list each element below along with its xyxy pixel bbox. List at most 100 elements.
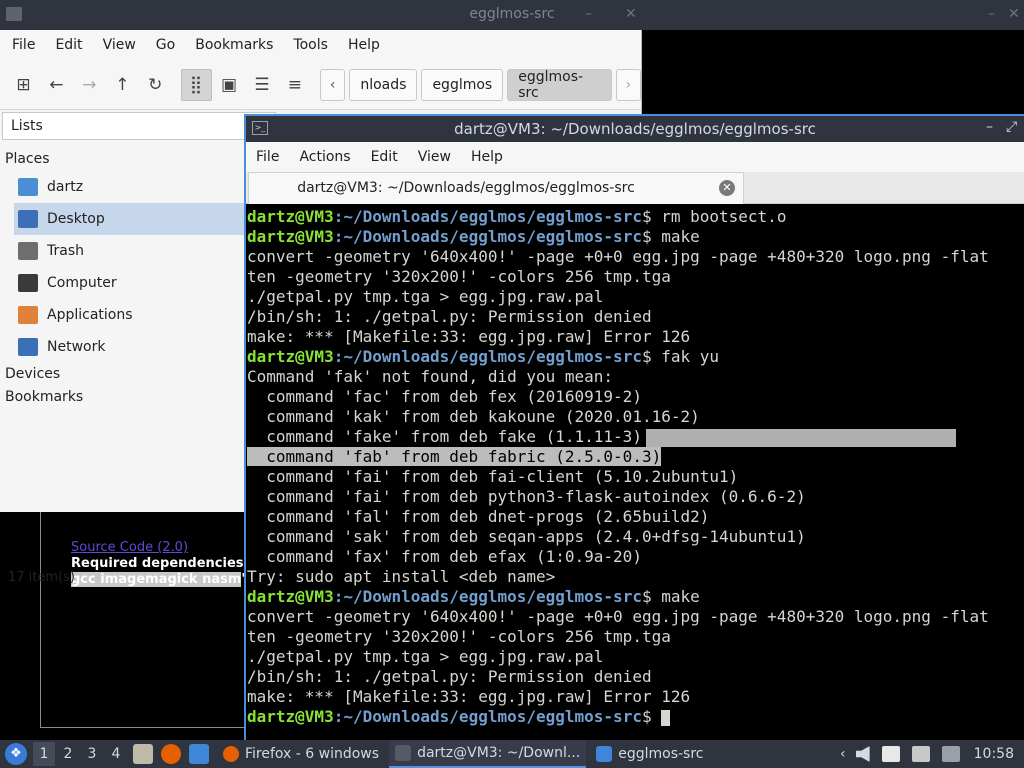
workspace-3[interactable]: 3 <box>81 742 103 766</box>
output-text: convert -geometry '640x400!' -page +0+0 … <box>247 247 989 266</box>
sidebar-item-desktop[interactable]: Desktop <box>14 203 244 235</box>
output-text: command 'fac' from deb fex (20160919-2) <box>247 387 642 406</box>
terminal-output-line: Try: sudo apt install <deb name> <box>247 567 1024 587</box>
maximize-icon[interactable]: ⤢ <box>1006 119 1017 135</box>
path-button-egglmos[interactable]: egglmos <box>421 68 504 101</box>
sidebar-item-network[interactable]: Network <box>0 331 244 363</box>
task-terminal[interactable]: dartz@VM3: ~/Downl... <box>389 740 587 768</box>
menu-edit[interactable]: Edit <box>55 37 82 53</box>
firefox-launcher-icon[interactable] <box>161 744 181 764</box>
taskbar: ❖ 1 2 3 4 Firefox - 6 windows dartz@VM3:… <box>0 740 1024 768</box>
display-icon[interactable] <box>911 746 930 762</box>
terminal-prompt-line: dartz@VM3:~/Downloads/egglmos/egglmos-sr… <box>247 587 1024 607</box>
terminal-titlebar: >_ dartz@VM3: ~/Downloads/egglmos/egglmo… <box>246 116 1024 142</box>
menu-help[interactable]: Help <box>471 149 503 165</box>
forward-arrow-icon[interactable]: → <box>74 69 105 101</box>
workspace-2[interactable]: 2 <box>57 742 79 766</box>
firefox-icon <box>223 746 239 762</box>
menu-bookmarks[interactable]: Bookmarks <box>195 37 273 53</box>
terminal-output-line: command 'fai' from deb python3-flask-aut… <box>247 487 1024 507</box>
terminal-output-line: command 'kak' from deb kakoune (2020.01.… <box>247 407 1024 427</box>
file-manager-launcher-icon[interactable] <box>133 744 153 764</box>
start-menu-icon[interactable]: ❖ <box>5 743 27 765</box>
output-text: command 'fai' from deb fai-client (5.10.… <box>247 467 739 486</box>
close-icon[interactable]: ✕ <box>1008 6 1020 22</box>
task-file-manager[interactable]: egglmos-src <box>590 740 709 768</box>
menu-tools[interactable]: Tools <box>293 37 328 53</box>
places-heading[interactable]: Places <box>0 148 244 171</box>
menu-view[interactable]: View <box>418 149 451 165</box>
path-button-egglmos-src[interactable]: egglmos-src <box>507 68 612 101</box>
sidebar-mode-select[interactable]: Lists <box>2 112 276 140</box>
show-desktop-icon[interactable] <box>189 744 209 764</box>
computer-icon <box>18 274 38 292</box>
terminal-output-line: Command 'fak' not found, did you mean: <box>247 367 1024 387</box>
detailed-view-icon[interactable]: ≡ <box>279 69 310 101</box>
terminal-output-line: ./getpal.py tmp.tga > egg.jpg.raw.pal <box>247 647 1024 667</box>
terminal-prompt-line: dartz@VM3:~/Downloads/egglmos/egglmos-sr… <box>247 707 1024 727</box>
sidebar-item-label: Trash <box>47 243 84 259</box>
terminal-output-line: ten -geometry '320x200!' -colors 256 tmp… <box>247 627 1024 647</box>
path-left-arrow-icon[interactable]: ‹ <box>320 68 346 101</box>
clock[interactable]: 10:58 <box>974 746 1014 762</box>
output-text: ./getpal.py tmp.tga > egg.jpg.raw.pal <box>247 287 604 306</box>
terminal-menubar: File Actions Edit View Help <box>246 142 1024 172</box>
workspace-4[interactable]: 4 <box>105 742 127 766</box>
terminal-output-line: convert -geometry '640x400!' -page +0+0 … <box>247 607 1024 627</box>
menu-edit[interactable]: Edit <box>371 149 398 165</box>
menu-file[interactable]: File <box>12 37 35 53</box>
terminal-output-line: /bin/sh: 1: ./getpal.py: Permission deni… <box>247 667 1024 687</box>
back-arrow-icon[interactable]: ← <box>41 69 72 101</box>
devices-heading[interactable]: Devices <box>0 363 244 386</box>
icon-view-icon[interactable]: ⣿ <box>180 68 212 101</box>
network-tray-icon[interactable] <box>941 746 960 762</box>
close-icon[interactable]: ✕ <box>625 6 637 22</box>
prompt-user: dartz@VM3 <box>247 587 334 606</box>
minimize-icon[interactable]: – <box>585 6 592 22</box>
terminal-output-line: make: *** [Makefile:33: egg.jpg.raw] Err… <box>247 687 1024 707</box>
prompt-command: $ make <box>641 587 700 606</box>
terminal-tabbar: dartz@VM3: ~/Downloads/egglmos/egglmos-s… <box>246 172 1024 204</box>
reload-icon[interactable]: ↻ <box>140 69 171 101</box>
sidebar-item-dartz[interactable]: dartz <box>0 171 244 203</box>
terminal-tab[interactable]: dartz@VM3: ~/Downloads/egglmos/egglmos-s… <box>248 172 744 204</box>
output-text: ./getpal.py tmp.tga > egg.jpg.raw.pal <box>247 647 604 666</box>
menu-help[interactable]: Help <box>348 37 380 53</box>
menu-actions[interactable]: Actions <box>299 149 350 165</box>
compact-view-icon[interactable]: ☰ <box>246 69 277 101</box>
bookmarks-heading[interactable]: Bookmarks <box>0 386 244 409</box>
source-code-link[interactable]: Source Code (2.0) <box>71 540 188 555</box>
sidebar-item-computer[interactable]: Computer <box>0 267 244 299</box>
volume-icon[interactable] <box>855 746 870 762</box>
output-text: Try: sudo apt install <deb name> <box>247 567 556 586</box>
sidebar-item-applications[interactable]: Applications <box>0 299 244 331</box>
output-text: command 'kak' from deb kakoune (2020.01.… <box>247 407 700 426</box>
file-manager-menubar: File Edit View Go Bookmarks Tools Help <box>0 30 641 60</box>
output-text: /bin/sh: 1: ./getpal.py: Permission deni… <box>247 667 652 686</box>
chevron-left-icon[interactable]: ‹ <box>840 746 846 762</box>
sidebar-item-trash[interactable]: Trash <box>0 235 244 267</box>
dependencies-code: gcc imagemagick nasm" <box>71 572 248 587</box>
up-arrow-icon[interactable]: ↑ <box>107 69 138 101</box>
clipboard-icon[interactable] <box>881 746 900 762</box>
terminal-output[interactable]: dartz@VM3:~/Downloads/egglmos/egglmos-sr… <box>246 206 1024 742</box>
thumbnail-view-icon[interactable]: ▣ <box>214 69 245 101</box>
terminal-output-line: command 'fax' from deb efax (1:0.9a-20) <box>247 547 1024 567</box>
sidebar-item-label: Computer <box>47 275 117 291</box>
sidebar-item-label: dartz <box>47 179 84 195</box>
minimize-icon[interactable]: – <box>988 6 995 22</box>
task-firefox[interactable]: Firefox - 6 windows <box>217 740 385 768</box>
menu-go[interactable]: Go <box>156 37 175 53</box>
terminal-prompt-line: dartz@VM3:~/Downloads/egglmos/egglmos-sr… <box>247 207 1024 227</box>
path-button-downloads[interactable]: nloads <box>349 68 418 101</box>
output-text: Command 'fak' not found, did you mean: <box>247 367 614 386</box>
path-right-arrow-icon[interactable]: › <box>615 68 641 101</box>
menu-view[interactable]: View <box>103 37 136 53</box>
close-tab-icon[interactable]: ✕ <box>719 180 735 196</box>
minimize-icon[interactable]: – <box>986 119 993 135</box>
task-label: egglmos-src <box>618 746 704 762</box>
menu-file[interactable]: File <box>256 149 279 165</box>
new-tab-icon[interactable]: ⊞ <box>8 69 39 101</box>
terminal-prompt-line: dartz@VM3:~/Downloads/egglmos/egglmos-sr… <box>247 347 1024 367</box>
workspace-1[interactable]: 1 <box>33 742 55 766</box>
